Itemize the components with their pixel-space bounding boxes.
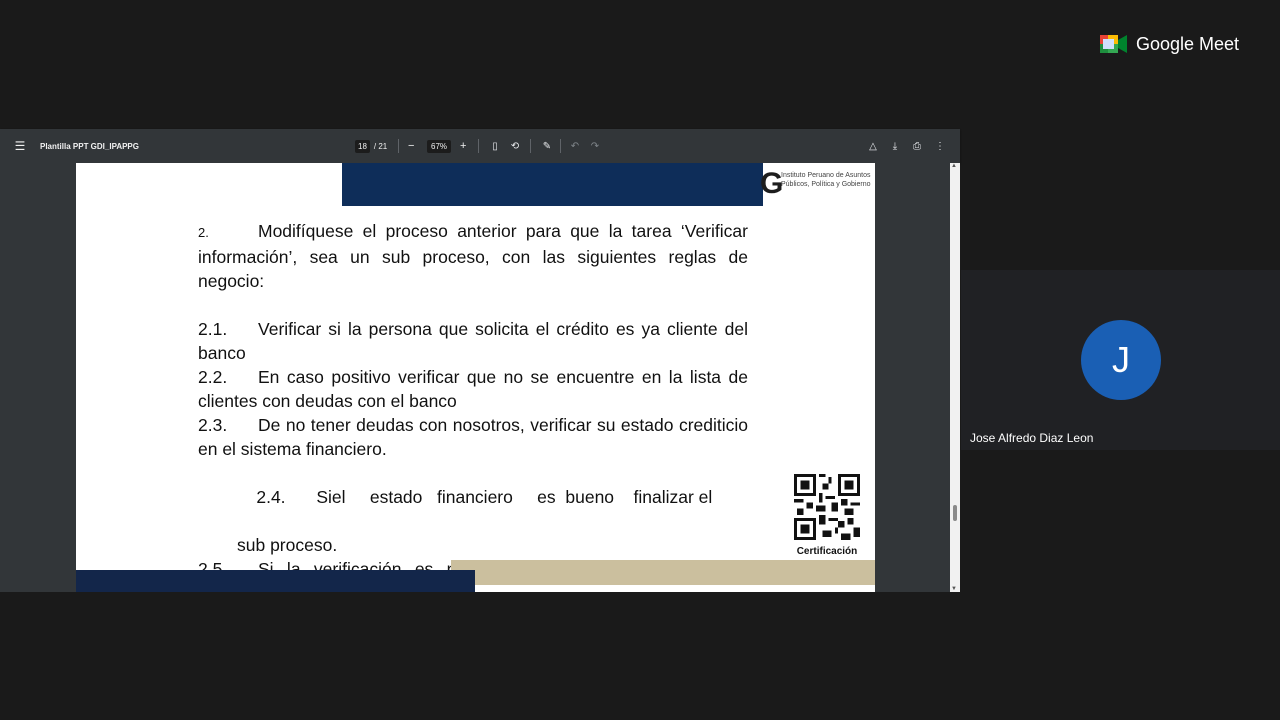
document-area[interactable]: G Instituto Peruano de Asuntos Públicos,… [0, 163, 950, 592]
rule-text: En caso positivo verificar que no se enc… [198, 367, 748, 411]
qr-code [794, 474, 860, 540]
rule-item: 2.2. En caso positivo verificar que no se… [198, 365, 748, 413]
vertical-scrollbar[interactable]: ▲ ▼ [950, 163, 960, 592]
scroll-down-icon[interactable]: ▼ [951, 586, 957, 592]
toolbar-divider [398, 139, 399, 153]
participant-name: Jose Alfredo Diaz Leon [970, 431, 1094, 445]
rule-text: Siel estado financiero es bueno finaliza… [316, 487, 713, 507]
annotate-icon[interactable]: ✎ [540, 129, 554, 163]
fit-page-icon[interactable]: ▯ [488, 129, 502, 163]
zoom-out-icon[interactable]: − [408, 129, 414, 163]
intro-text: Modifíquese el proceso anterior para que… [198, 221, 748, 291]
rule-number: 2.1. [198, 319, 228, 339]
qr-label: Certificación [796, 546, 858, 557]
toolbar-divider [530, 139, 531, 153]
rotate-icon[interactable]: ⟲ [508, 129, 522, 163]
participant-tile[interactable]: J Jose Alfredo Diaz Leon [961, 270, 1280, 450]
meet-brand-text: Google Meet [1136, 33, 1240, 54]
scrollbar-thumb[interactable] [953, 505, 957, 521]
more-icon[interactable]: ⋮ [933, 129, 947, 163]
rule-text: De no tener deudas con nosotros, verific… [198, 415, 748, 459]
rule-number: 2.4. [256, 487, 286, 507]
redo-icon[interactable]: ↷ [588, 129, 602, 163]
zoom-in-icon[interactable]: + [460, 129, 466, 163]
toolbar-divider [560, 139, 561, 153]
footer-strip [475, 585, 875, 592]
page-total: / 21 [373, 141, 388, 151]
document-title: Plantilla PPT GDI_IPAPPG [40, 141, 139, 151]
rule-continuation: sub proceso. [237, 535, 338, 555]
rule-item: 2.4. Siel estado financiero es bueno fina… [198, 461, 748, 533]
institute-name: Instituto Peruano de Asuntos Públicos, P… [781, 172, 871, 188]
meet-camera-icon [1100, 35, 1127, 53]
menu-icon[interactable]: ☰ [12, 129, 28, 163]
institute-logo: G [760, 167, 784, 200]
intro-number: 2. [198, 225, 209, 240]
rule-item: 2.3. De no tener deudas con nosotros, ver… [198, 413, 748, 461]
participant-avatar: J [1081, 320, 1161, 400]
save-to-drive-icon[interactable]: △ [866, 129, 880, 163]
page-indicator: 18 / 21 [355, 129, 387, 163]
rule-text: Verificar si la persona que solicita el … [198, 319, 748, 363]
header-bar [342, 163, 763, 206]
zoom-value: 67% [427, 139, 452, 153]
toolbar-divider [478, 139, 479, 153]
page-number-input[interactable]: 18 [355, 139, 370, 153]
rule-item: 2.1. Verificar si la persona que solicita… [198, 317, 748, 365]
download-icon[interactable]: ⤓ [888, 129, 902, 163]
zoom-input[interactable]: 67% [427, 129, 452, 163]
print-icon[interactable]: ⎙ [910, 129, 924, 163]
pdf-page: G Instituto Peruano de Asuntos Públicos,… [76, 163, 875, 592]
slide-content: 2. Modifíquese el proceso anterior para q… [198, 219, 748, 592]
rule-number: 2.2. [198, 367, 228, 387]
rule-number: 2.3. [198, 415, 228, 435]
undo-icon[interactable]: ↶ [568, 129, 582, 163]
screen: ☰ Plantilla PPT GDI_IPAPPG 18 / 21 − 67%… [0, 0, 1280, 720]
intro-paragraph: 2. Modifíquese el proceso anterior para q… [198, 219, 748, 293]
pdf-toolbar: ☰ Plantilla PPT GDI_IPAPPG 18 / 21 − 67%… [0, 129, 960, 163]
pdf-viewer: ☰ Plantilla PPT GDI_IPAPPG 18 / 21 − 67%… [0, 129, 960, 592]
scroll-up-icon[interactable]: ▲ [951, 163, 957, 169]
google-meet-logo: Google Meet [1100, 33, 1239, 55]
footer-navy-bar [76, 570, 475, 592]
